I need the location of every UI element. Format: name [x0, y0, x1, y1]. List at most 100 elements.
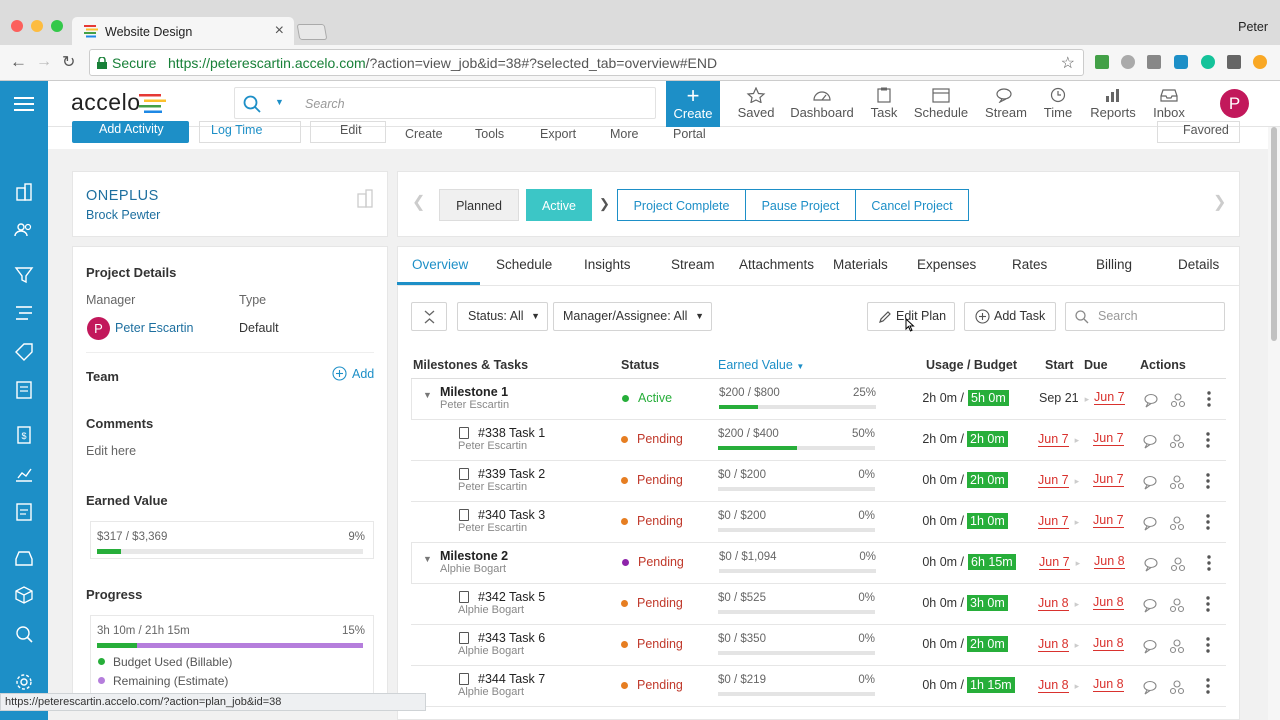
- more-options-icon[interactable]: [1206, 431, 1210, 449]
- tab-stream[interactable]: Stream: [671, 257, 715, 272]
- manager-filter-dropdown[interactable]: Manager/Assignee: All ▼: [553, 302, 712, 331]
- row-due-date[interactable]: Jun 7: [1094, 391, 1125, 405]
- col-start[interactable]: Start: [1045, 358, 1073, 372]
- task-row[interactable]: #344 Task 7 Alphie Bogart Pending $0 / $219…: [411, 666, 1226, 707]
- row-name[interactable]: #344 Task 7: [478, 672, 545, 686]
- more-options-icon[interactable]: [1206, 677, 1210, 695]
- row-due-date[interactable]: Jun 7: [1093, 514, 1124, 528]
- pipeline-next-icon[interactable]: ❯: [1213, 192, 1226, 212]
- task-row[interactable]: #338 Task 1 Peter Escartin Pending $200 / $…: [411, 420, 1226, 461]
- row-status[interactable]: Pending: [638, 555, 684, 569]
- global-search-input[interactable]: ▼ Search: [234, 87, 656, 119]
- comment-icon[interactable]: [1143, 556, 1159, 572]
- assign-users-icon[interactable]: [1170, 556, 1186, 572]
- row-name[interactable]: Milestone 2: [440, 549, 508, 563]
- extension-icon[interactable]: [1227, 55, 1241, 69]
- cancel-project-button[interactable]: Cancel Project: [855, 189, 969, 221]
- more-options-icon[interactable]: [1206, 472, 1210, 490]
- task-row[interactable]: #340 Task 3 Peter Escartin Pending $0 / $20…: [411, 502, 1226, 543]
- tools-menu[interactable]: Tools: [475, 127, 504, 143]
- address-bar[interactable]: Secure https://peterescartin.accelo.com/…: [89, 49, 1084, 76]
- inbox-icon[interactable]: [14, 548, 34, 568]
- active-status-button[interactable]: Active: [526, 189, 592, 221]
- row-name[interactable]: #343 Task 6: [478, 631, 545, 645]
- user-avatar[interactable]: P: [1220, 89, 1249, 118]
- page-scrollbar[interactable]: [1268, 127, 1280, 720]
- row-status[interactable]: Pending: [637, 678, 683, 692]
- plan-search-input[interactable]: Search: [1065, 302, 1225, 331]
- nav-saved[interactable]: Saved: [736, 81, 776, 127]
- assign-users-icon[interactable]: [1169, 597, 1185, 613]
- row-due-date[interactable]: Jun 8: [1093, 596, 1124, 610]
- invoices-icon[interactable]: $: [14, 425, 34, 445]
- row-start-date[interactable]: Jun 8 ▸: [1038, 678, 1079, 693]
- nav-task[interactable]: Task: [866, 81, 902, 127]
- bookmark-star-icon[interactable]: ☆: [1061, 53, 1075, 73]
- search-scope-dropdown-icon[interactable]: ▼: [275, 97, 284, 107]
- comment-icon[interactable]: [1142, 515, 1158, 531]
- accelo-logo[interactable]: accelo: [71, 89, 140, 116]
- row-due-date[interactable]: Jun 8: [1093, 637, 1124, 651]
- row-start-date[interactable]: Jun 7 ▸: [1038, 473, 1079, 488]
- tab-materials[interactable]: Materials: [833, 257, 888, 272]
- tab-insights[interactable]: Insights: [584, 257, 631, 272]
- export-menu[interactable]: Export: [540, 127, 576, 143]
- browser-tab[interactable]: Website Design ×: [72, 17, 294, 46]
- more-options-icon[interactable]: [1206, 513, 1210, 531]
- assign-users-icon[interactable]: [1169, 474, 1185, 490]
- comment-icon[interactable]: [1142, 597, 1158, 613]
- row-status[interactable]: Pending: [637, 473, 683, 487]
- products-cube-icon[interactable]: [14, 585, 34, 605]
- tab-details[interactable]: Details: [1178, 257, 1219, 272]
- row-start-date[interactable]: Jun 7 ▸: [1038, 514, 1079, 529]
- tab-expenses[interactable]: Expenses: [917, 257, 976, 272]
- menu-button[interactable]: [0, 81, 48, 127]
- browser-user[interactable]: Peter: [1238, 20, 1268, 34]
- comment-icon[interactable]: [1142, 433, 1158, 449]
- project-complete-button[interactable]: Project Complete: [617, 189, 746, 221]
- tab-billing[interactable]: Billing: [1096, 257, 1132, 272]
- comment-icon[interactable]: [1142, 474, 1158, 490]
- retainers-icon[interactable]: [14, 380, 34, 400]
- back-icon[interactable]: ←: [10, 52, 27, 72]
- row-status[interactable]: Pending: [637, 596, 683, 610]
- nav-time[interactable]: Time: [1040, 81, 1076, 127]
- nav-reports[interactable]: Reports: [1088, 81, 1138, 127]
- tab-attachments[interactable]: Attachments: [739, 257, 814, 272]
- sales-funnel-icon[interactable]: [14, 265, 34, 285]
- planned-status-button[interactable]: Planned: [439, 189, 519, 221]
- company-name[interactable]: ONEPLUS: [86, 188, 159, 204]
- extension-icon[interactable]: [1174, 55, 1188, 69]
- pause-project-button[interactable]: Pause Project: [745, 189, 856, 221]
- task-row[interactable]: #339 Task 2 Peter Escartin Pending $0 / $20…: [411, 461, 1226, 502]
- forward-icon[interactable]: →: [36, 53, 52, 71]
- collapse-caret-icon[interactable]: ▼: [423, 390, 432, 400]
- row-due-date[interactable]: Jun 7: [1093, 432, 1124, 446]
- reports-chart-icon[interactable]: [14, 464, 34, 484]
- assign-users-icon[interactable]: [1169, 515, 1185, 531]
- portal-menu[interactable]: Portal: [673, 127, 706, 143]
- favored-button[interactable]: Favored: [1157, 121, 1240, 143]
- nav-schedule[interactable]: Schedule: [912, 81, 970, 127]
- row-name[interactable]: #342 Task 5: [478, 590, 545, 604]
- adblock-extension-icon[interactable]: [1121, 55, 1135, 69]
- contact-name[interactable]: Brock Pewter: [86, 208, 160, 222]
- edit-button[interactable]: Edit: [310, 121, 386, 143]
- row-start-date[interactable]: Sep 21 ▸: [1039, 391, 1089, 405]
- row-name[interactable]: #338 Task 1: [478, 426, 545, 440]
- nav-dashboard[interactable]: Dashboard: [790, 81, 854, 127]
- maximize-window-button[interactable]: [51, 20, 63, 32]
- comments-edit-field[interactable]: Edit here: [86, 444, 136, 458]
- row-start-date[interactable]: Jun 7 ▸: [1038, 432, 1079, 447]
- row-status[interactable]: Pending: [637, 514, 683, 528]
- scrollbar-thumb[interactable]: [1271, 127, 1277, 341]
- row-name[interactable]: Milestone 1: [440, 385, 508, 399]
- close-tab-icon[interactable]: ×: [275, 22, 284, 40]
- contacts-icon[interactable]: [14, 220, 34, 240]
- tab-rates[interactable]: Rates: [1012, 257, 1047, 272]
- add-task-button[interactable]: Add Task: [964, 302, 1056, 331]
- assign-users-icon[interactable]: [1169, 638, 1185, 654]
- settings-gear-icon[interactable]: [14, 672, 34, 692]
- more-options-icon[interactable]: [1207, 554, 1211, 572]
- col-status[interactable]: Status: [621, 358, 659, 372]
